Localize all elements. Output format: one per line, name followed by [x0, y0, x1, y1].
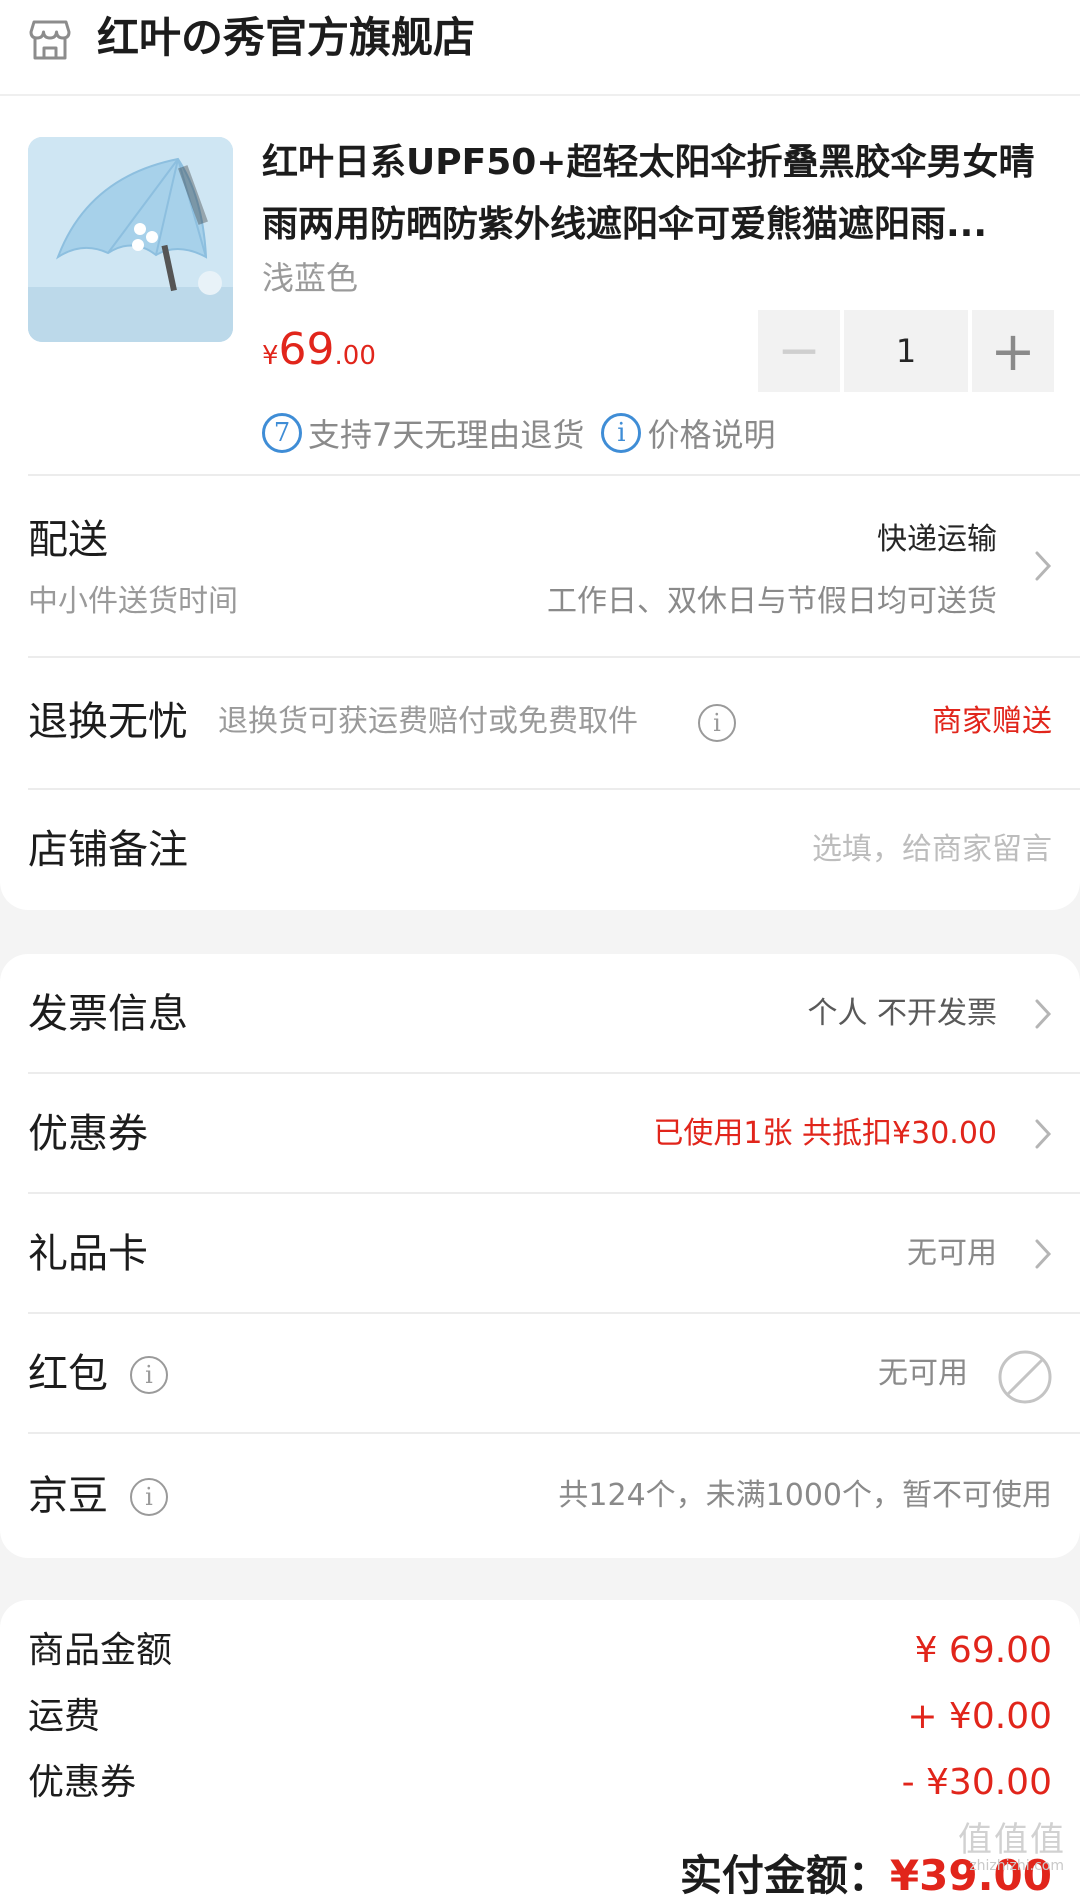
- price-explain-label: 价格说明: [647, 416, 776, 454]
- store-icon: [29, 20, 71, 60]
- shop-header[interactable]: 红叶の秀官方旗舰店: [0, 0, 1080, 96]
- price-currency: ¥: [262, 341, 279, 371]
- price-integer: 69: [278, 324, 335, 375]
- service-tags: 7 支持7天无理由退货 i 价格说明: [262, 410, 787, 458]
- gift-card-value: 无可用: [907, 1236, 997, 1271]
- payment-options-card: 发票信息 个人 不开发票 优惠券 已使用1张 共抵扣¥30.00 礼品卡 无可用…: [0, 954, 1080, 1558]
- order-confirm-page: 红叶の秀官方旗舰店 红叶日系UPF50+超轻太阳伞折叠黑胶伞男女晴 雨两用防晒防…: [0, 0, 1080, 1897]
- info-icon[interactable]: i: [698, 704, 736, 742]
- delivery-time-value: 工作日、双休日与节假日均可送货: [547, 584, 997, 619]
- goods-amount-value: ¥ 69.00: [914, 1630, 1052, 1671]
- shop-note-input[interactable]: 选填，给商家留言: [812, 828, 1052, 872]
- delivery-label: 配送: [28, 517, 108, 563]
- watermark: 值值值: [958, 1820, 1066, 1860]
- return-policy-tag[interactable]: 7 支持7天无理由退货: [262, 410, 584, 456]
- umbrella-image: [28, 137, 233, 342]
- price-explain-tag[interactable]: i 价格说明: [601, 410, 775, 456]
- chevron-right-icon: [1035, 999, 1052, 1029]
- divider: [28, 474, 1080, 476]
- coupon-discount-label: 优惠券: [28, 1762, 137, 1803]
- return-service-value: 商家赠送: [932, 704, 1052, 739]
- delivery-time-label: 中小件送货时间: [28, 584, 238, 619]
- disabled-icon: [998, 1350, 1052, 1404]
- chevron-right-icon: [1035, 1239, 1052, 1269]
- product-price: ¥69.00: [262, 322, 376, 387]
- info-icon: i: [601, 413, 642, 453]
- jingdou-value: 共124个，未满1000个，暂不可使用: [558, 1478, 1052, 1513]
- divider: [28, 1432, 1080, 1434]
- return-service-label: 退换无忧: [28, 699, 188, 745]
- jingdou-label: 京豆: [28, 1473, 108, 1519]
- delivery-method: 快递运输: [877, 522, 997, 557]
- invoice-value: 个人 不开发票: [807, 996, 997, 1031]
- goods-amount-label: 商品金额: [28, 1630, 173, 1671]
- product-thumbnail[interactable]: [28, 137, 233, 342]
- info-icon[interactable]: i: [130, 1478, 168, 1516]
- info-icon[interactable]: i: [130, 1356, 168, 1394]
- divider: [28, 656, 1080, 658]
- divider: [28, 1312, 1080, 1314]
- watermark-url: zhizhizhi.com: [969, 1858, 1064, 1874]
- divider: [28, 1192, 1080, 1194]
- chevron-right-icon: [1035, 551, 1052, 581]
- seven-days-icon: 7: [262, 413, 302, 453]
- product-title-line-1: 红叶日系UPF50+超轻太阳伞折叠黑胶伞男女晴: [262, 142, 1035, 183]
- shipping-fee-value: + ¥0.00: [907, 1696, 1052, 1737]
- red-packet-label: 红包: [28, 1351, 108, 1397]
- quantity-minus-button[interactable]: −: [758, 310, 840, 392]
- return-policy-label: 支持7天无理由退货: [308, 416, 585, 454]
- product-variant: 浅蓝色: [262, 259, 359, 297]
- divider: [28, 1072, 1080, 1074]
- shipping-fee-label: 运费: [28, 1696, 101, 1737]
- price-decimal: .00: [334, 341, 376, 371]
- divider: [28, 788, 1080, 790]
- quantity-plus-button[interactable]: +: [972, 310, 1054, 392]
- quantity-value[interactable]: 1: [844, 310, 968, 392]
- shop-name[interactable]: 红叶の秀官方旗舰店: [97, 8, 475, 68]
- product-title-line-2: 雨两用防晒防紫外线遮阳伞可爱熊猫遮阳雨...: [262, 204, 988, 245]
- invoice-label: 发票信息: [28, 991, 188, 1037]
- coupon-value: 已使用1张 共抵扣¥30.00: [653, 1116, 997, 1151]
- chevron-right-icon: [1035, 1119, 1052, 1149]
- total-label: 实付金额：: [679, 1851, 890, 1897]
- red-packet-value: 无可用: [878, 1356, 968, 1391]
- shop-card: 红叶の秀官方旗舰店 红叶日系UPF50+超轻太阳伞折叠黑胶伞男女晴 雨两用防晒防…: [0, 0, 1080, 910]
- coupon-discount-value: - ¥30.00: [901, 1762, 1052, 1803]
- product-title[interactable]: 红叶日系UPF50+超轻太阳伞折叠黑胶伞男女晴 雨两用防晒防紫外线遮阳伞可爱熊猫…: [262, 132, 1062, 256]
- coupon-label: 优惠券: [28, 1111, 148, 1157]
- quantity-stepper: − 1 +: [758, 310, 1054, 392]
- gift-card-label: 礼品卡: [28, 1231, 148, 1277]
- return-service-desc: 退换货可获运费赔付或免费取件: [218, 704, 638, 739]
- shop-note-label: 店铺备注: [28, 827, 188, 873]
